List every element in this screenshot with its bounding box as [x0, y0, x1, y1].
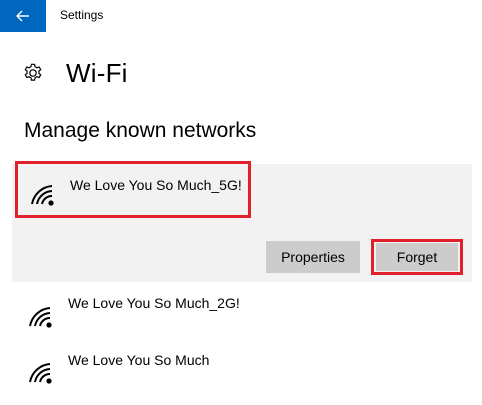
- forget-button[interactable]: Forget: [376, 243, 458, 271]
- app-title: Settings: [60, 8, 104, 22]
- properties-button[interactable]: Properties: [266, 241, 360, 273]
- network-name: We Love You So Much_5G!: [70, 177, 242, 193]
- page-header: Wi-Fi: [22, 56, 128, 90]
- network-item-selected[interactable]: We Love You So Much_5G!: [15, 161, 251, 218]
- back-arrow-icon: [16, 10, 29, 22]
- network-name: We Love You So Much_2G!: [68, 295, 240, 311]
- page-title: Wi-Fi: [66, 57, 128, 88]
- forget-button-highlight: Forget: [371, 239, 463, 275]
- back-button[interactable]: [0, 0, 46, 32]
- network-item[interactable]: We Love You So Much_2G!: [12, 290, 472, 344]
- wifi-secured-icon: [29, 307, 52, 328]
- section-title: Manage known networks: [24, 119, 257, 142]
- title-bar: Settings: [0, 0, 482, 32]
- gear-icon: [24, 63, 42, 81]
- network-name: We Love You So Much: [68, 352, 210, 368]
- wifi-secured-icon: [29, 363, 52, 384]
- wifi-secured-icon: [31, 185, 54, 206]
- selected-network-panel: We Love You So Much_5G! Properties Forge…: [12, 161, 472, 282]
- network-item[interactable]: We Love You So Much: [12, 346, 472, 400]
